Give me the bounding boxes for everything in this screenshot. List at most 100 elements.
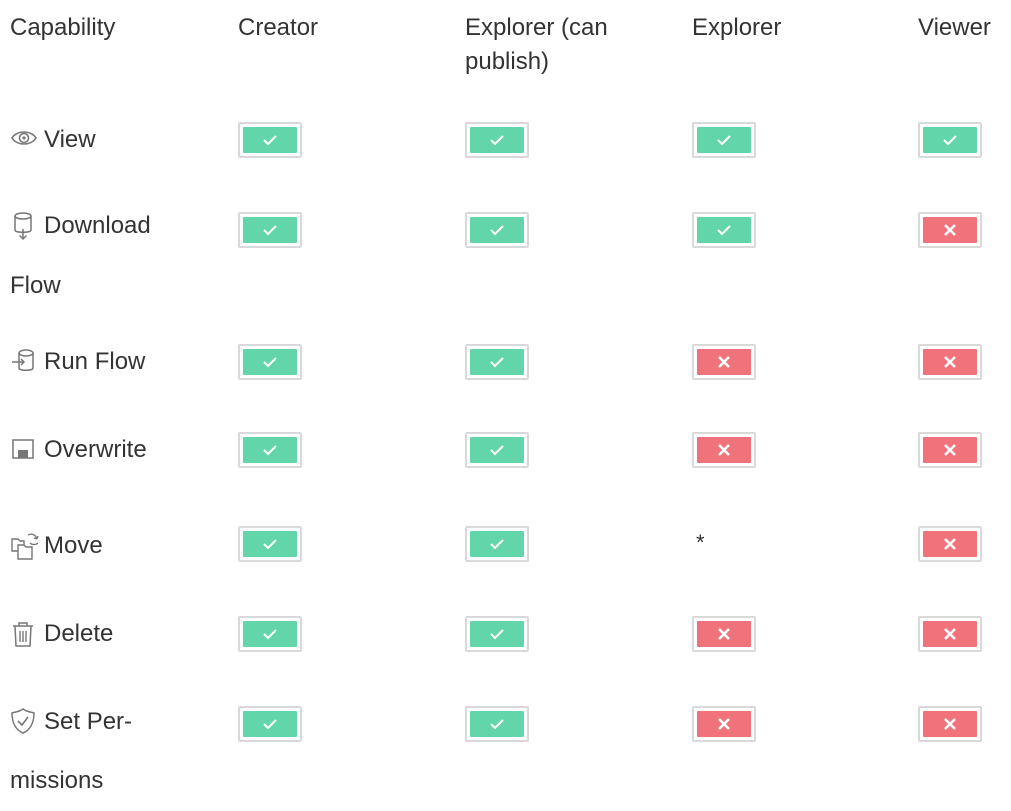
- permission-cell-creator: [238, 526, 302, 562]
- allowed-badge: [238, 526, 302, 562]
- check-icon: [243, 217, 297, 243]
- header-creator: Creator: [238, 14, 319, 41]
- allowed-badge: [465, 432, 529, 468]
- check-icon: [243, 531, 297, 557]
- permission-cell-explorer: [692, 706, 756, 742]
- permission-cell-explorer: [692, 122, 756, 158]
- denied-badge: [918, 344, 982, 380]
- row-label-download-flow: Download: [10, 188, 210, 264]
- permission-cell-explorer-can-publish: [465, 344, 529, 380]
- permission-cell-explorer-can-publish: [465, 122, 529, 158]
- denied-badge: [918, 212, 982, 248]
- permission-cell-creator: [238, 706, 302, 742]
- permission-cell-explorer-can-publish: [465, 212, 529, 248]
- row-label-set-permissions-cont: missions: [10, 767, 104, 794]
- permission-cell-explorer: [692, 212, 756, 248]
- row-label-view: View: [10, 102, 210, 178]
- permission-cell-creator: [238, 212, 302, 248]
- shield-check-icon: [10, 707, 36, 734]
- allowed-badge: [238, 212, 302, 248]
- permissions-table: Capability Creator Explorer (can publish…: [0, 0, 1011, 806]
- permission-cell-viewer: [918, 344, 982, 380]
- check-icon: [923, 127, 977, 153]
- cross-icon: [923, 711, 977, 737]
- permission-cell-explorer-can-publish: [465, 706, 529, 742]
- permission-cell-viewer: [918, 526, 982, 562]
- denied-badge: [918, 526, 982, 562]
- row-label-text: View: [44, 126, 96, 153]
- permission-cell-explorer: [692, 344, 756, 380]
- permission-cell-creator: [238, 122, 302, 158]
- download-database-icon: [10, 211, 36, 240]
- permission-cell-explorer-can-publish: [465, 432, 529, 468]
- allowed-badge: [692, 122, 756, 158]
- check-icon: [243, 127, 297, 153]
- header-explorer: Explorer: [692, 14, 782, 41]
- permission-cell-creator: [238, 432, 302, 468]
- cross-icon: [697, 437, 751, 463]
- permission-cell-viewer: [918, 706, 982, 742]
- cross-icon: [697, 711, 751, 737]
- row-label-text: Download: [44, 212, 151, 239]
- overwrite-save-icon: [10, 435, 36, 461]
- check-icon: [470, 349, 524, 375]
- check-icon: [470, 531, 524, 557]
- check-icon: [243, 349, 297, 375]
- row-label-set-permissions: Set Per-: [10, 684, 210, 760]
- check-icon: [470, 217, 524, 243]
- permission-note: *: [696, 530, 705, 555]
- cross-icon: [697, 621, 751, 647]
- allowed-badge: [238, 706, 302, 742]
- move-folders-icon: [10, 531, 39, 560]
- check-icon: [697, 127, 751, 153]
- check-icon: [470, 621, 524, 647]
- header-viewer: Viewer: [918, 14, 991, 41]
- cross-icon: [923, 349, 977, 375]
- permission-cell-viewer: [918, 212, 982, 248]
- trash-icon: [10, 619, 36, 647]
- row-label-run-flow: Run Flow: [10, 324, 210, 400]
- permission-cell-explorer-can-publish: [465, 616, 529, 652]
- permission-cell-explorer: [692, 432, 756, 468]
- allowed-badge: [238, 344, 302, 380]
- eye-icon: [10, 125, 37, 151]
- header-explorer-can-publish: Explorer (can publish): [465, 14, 608, 75]
- allowed-badge: [238, 432, 302, 468]
- allowed-badge: [465, 616, 529, 652]
- allowed-badge: [465, 212, 529, 248]
- run-flow-database-icon: [10, 347, 36, 373]
- allowed-badge: [465, 526, 529, 562]
- row-label-download-flow-cont: Flow: [10, 272, 61, 299]
- allowed-badge: [918, 122, 982, 158]
- check-icon: [697, 217, 751, 243]
- row-label-text: Overwrite: [44, 436, 147, 463]
- row-label-text: Set Per-: [44, 708, 133, 735]
- cross-icon: [923, 621, 977, 647]
- allowed-badge: [465, 706, 529, 742]
- denied-badge: [692, 344, 756, 380]
- cross-icon: [923, 217, 977, 243]
- denied-badge: [692, 706, 756, 742]
- denied-badge: [918, 706, 982, 742]
- denied-badge: [918, 432, 982, 468]
- permission-cell-explorer: [692, 616, 756, 652]
- permission-cell-creator: [238, 344, 302, 380]
- allowed-badge: [465, 344, 529, 380]
- denied-badge: [918, 616, 982, 652]
- permission-cell-creator: [238, 616, 302, 652]
- permission-cell-viewer: [918, 616, 982, 652]
- row-label-text: Delete: [44, 620, 114, 647]
- permission-cell-explorer-can-publish: [465, 526, 529, 562]
- check-icon: [470, 711, 524, 737]
- allowed-badge: [238, 616, 302, 652]
- check-icon: [243, 437, 297, 463]
- allowed-badge: [238, 122, 302, 158]
- row-label-move: Move: [10, 508, 210, 584]
- allowed-badge: [692, 212, 756, 248]
- check-icon: [470, 437, 524, 463]
- permission-cell-viewer: [918, 122, 982, 158]
- check-icon: [243, 711, 297, 737]
- header-capability: Capability: [10, 14, 116, 41]
- check-icon: [470, 127, 524, 153]
- permission-cell-viewer: [918, 432, 982, 468]
